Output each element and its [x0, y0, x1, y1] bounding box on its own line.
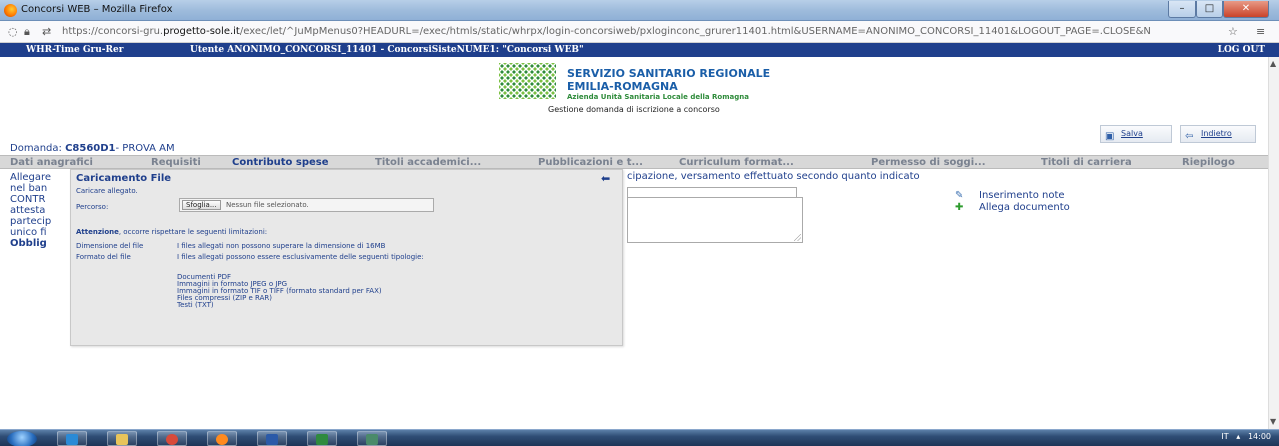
back-arrow-icon: ⇦	[1185, 131, 1194, 142]
taskbar-firefox[interactable]	[207, 431, 237, 446]
tab-dati-anagrafici[interactable]: Dati anagrafici	[10, 156, 93, 169]
user-info: Utente ANONIMO_CONCORSI_11401 - Concorsi…	[190, 45, 584, 55]
scroll-down-icon[interactable]: ▼	[1270, 417, 1276, 426]
browse-button[interactable]: Sfoglia...	[182, 200, 221, 210]
tab-titoli-carriera[interactable]: Titoli di carriera	[1041, 156, 1132, 169]
close-button[interactable]: ✕	[1223, 1, 1269, 18]
bookmark-star-icon[interactable]: ☆	[1228, 25, 1238, 38]
app-header-bar: WHR-Time Gru-Rer Utente ANONIMO_CONCORSI…	[0, 43, 1279, 57]
path-label: Percorso:	[76, 203, 109, 211]
logo-line2: EMILIA-ROMAGNA	[567, 80, 678, 93]
url-text[interactable]: https://concorsi-gru.progetto-sole.it/ex…	[62, 26, 1222, 37]
domanda-label: Domanda: C8560D1- PROVA AM	[10, 143, 175, 154]
tab-requisiti[interactable]: Requisiti	[151, 156, 201, 169]
permissions-icon[interactable]: ⇄	[42, 25, 51, 38]
side-links: ✎ Inserimento note ✚ Allega documento	[955, 190, 1070, 214]
back-button[interactable]: ⇦ Indietro	[1180, 125, 1256, 143]
firefox-icon	[4, 4, 17, 17]
tray-arrow-icon[interactable]: ▴	[1236, 432, 1240, 441]
logo-dots-icon	[499, 63, 556, 99]
system-tray: IT ▴ 14:00	[1221, 432, 1271, 441]
page-content: SERVIZIO SANITARIO REGIONALE EMILIA-ROMA…	[0, 57, 1268, 429]
dialog-back-icon[interactable]: ⬅	[601, 172, 610, 185]
taskbar-word[interactable]	[257, 431, 287, 446]
allowed-types-list: Documenti PDF Immagini in formato JPEG o…	[177, 274, 382, 309]
tab-permesso[interactable]: Permesso di soggi...	[871, 156, 986, 169]
browser-window: Concorsi WEB – Mozilla Firefox – □ ✕ ◌ 🔒…	[0, 0, 1279, 446]
logo-line3: Azienda Unità Sanitaria Locale della Rom…	[567, 93, 749, 101]
taskbar-app[interactable]	[357, 431, 387, 446]
scroll-up-icon[interactable]: ▲	[1270, 59, 1276, 68]
taskbar-excel[interactable]	[307, 431, 337, 446]
clock[interactable]: 14:00	[1248, 432, 1271, 441]
language-indicator[interactable]: IT	[1221, 432, 1228, 441]
upload-dialog: Caricamento File ⬅ Caricare allegato. Pe…	[70, 169, 623, 346]
taskbar-chrome[interactable]	[157, 431, 187, 446]
dialog-subtitle: Caricare allegato.	[76, 187, 138, 195]
format-limit-row: Formato del file I files allegati posson…	[76, 253, 424, 261]
taskbar-ie[interactable]	[57, 431, 87, 446]
type-item: Testi (TXT)	[177, 301, 214, 309]
file-input[interactable]: Sfoglia... Nessun file selezionato.	[179, 198, 434, 212]
tab-riepilogo[interactable]: Riepilogo	[1182, 156, 1235, 169]
window-title: Concorsi WEB – Mozilla Firefox	[21, 4, 173, 15]
ssr-logo: SERVIZIO SANITARIO REGIONALE EMILIA-ROMA…	[499, 63, 799, 101]
tab-pubblicazioni[interactable]: Pubblicazioni e t...	[538, 156, 643, 169]
tab-curriculum[interactable]: Curriculum format...	[679, 156, 794, 169]
instruction-line: cipazione, versamento effettuato secondo…	[627, 171, 920, 182]
shield-icon[interactable]: ◌	[8, 25, 18, 38]
start-button[interactable]	[7, 431, 37, 446]
url-bar[interactable]: ◌ 🔒︎ ⇄ https://concorsi-gru.progetto-sol…	[0, 21, 1279, 43]
tab-contributo-spese[interactable]: Contributo spese	[232, 156, 329, 169]
attention-text: Attenzione, occorre rispettare le seguen…	[76, 228, 268, 236]
dialog-title: Caricamento File	[76, 173, 172, 184]
menu-icon[interactable]: ≡	[1256, 25, 1265, 38]
taskbar: IT ▴ 14:00	[0, 429, 1279, 446]
size-limit-row: Dimensione del file I files allegati non…	[76, 242, 386, 250]
app-name: WHR-Time Gru-Rer	[26, 45, 124, 55]
attach-document-link[interactable]: ✚ Allega documento	[955, 202, 1070, 214]
notes-textarea[interactable]	[627, 197, 803, 243]
edit-icon: ✎	[955, 190, 964, 201]
page-subtitle: Gestione domanda di iscrizione a concors…	[548, 105, 720, 114]
title-bar: Concorsi WEB – Mozilla Firefox – □ ✕	[0, 0, 1279, 21]
save-button[interactable]: ▣ Salva	[1100, 125, 1172, 143]
tab-titoli-accademici[interactable]: Titoli accademici...	[375, 156, 481, 169]
no-file-text: Nessun file selezionato.	[226, 201, 309, 209]
insert-notes-link[interactable]: ✎ Inserimento note	[955, 190, 1070, 202]
floppy-icon: ▣	[1105, 131, 1115, 142]
instruction-text: Allegare nel ban CONTR attesta partecip …	[10, 172, 52, 249]
maximize-button[interactable]: □	[1196, 1, 1223, 18]
minimize-button[interactable]: –	[1168, 1, 1196, 18]
lock-icon[interactable]: 🔒︎	[24, 25, 30, 39]
logo-line1: SERVIZIO SANITARIO REGIONALE	[567, 67, 771, 80]
taskbar-explorer[interactable]	[107, 431, 137, 446]
vertical-scrollbar[interactable]: ▲ ▼	[1268, 57, 1279, 429]
logout-link[interactable]: LOG OUT	[1218, 43, 1265, 57]
tab-bar: Dati anagrafici Requisiti Contributo spe…	[0, 155, 1268, 169]
plus-icon: ✚	[955, 202, 964, 213]
